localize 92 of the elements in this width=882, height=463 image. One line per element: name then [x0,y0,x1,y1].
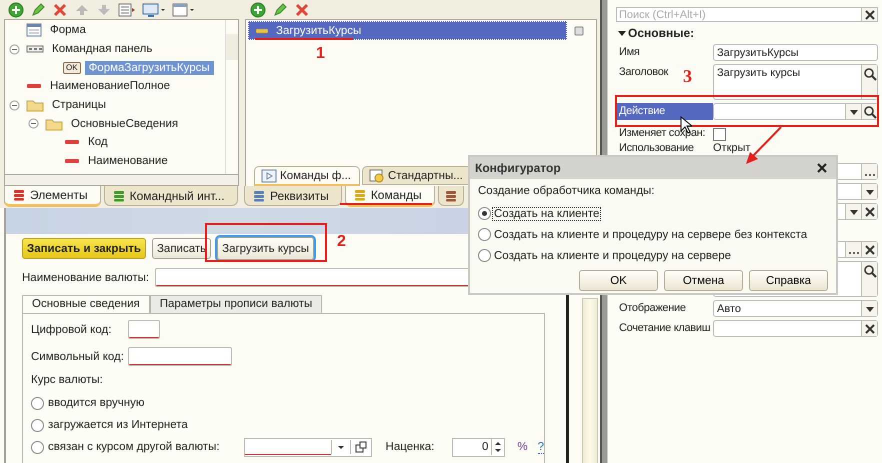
property-value: Открыт [713,142,752,154]
tab[interactable]: Элементы [4,186,101,207]
tab[interactable] [438,186,464,206]
search-field[interactable]: Поиск (Ctrl+Alt+I) [616,7,862,22]
option-label: вводится вручную [48,397,145,409]
option-label: Создать на клиенте [493,208,600,220]
option-label: связан с курсом другой валюты: [48,441,220,453]
tab[interactable]: Командный инт... [104,186,238,206]
tree-item[interactable]: Форма [46,23,90,38]
delete-icon[interactable] [294,2,310,18]
property-label[interactable]: Сочетание клавиш [616,320,710,337]
tree-item[interactable]: ОсновныеСведения [67,116,182,131]
form-icon [26,23,42,38]
dialog-button[interactable]: OK [579,270,658,291]
number-field[interactable]: 0 [452,438,506,456]
dialog-button[interactable]: Справка [749,270,828,291]
field-label: Символьный код: [31,350,125,362]
form-button[interactable]: Загрузить курсы [217,237,314,260]
help-link[interactable]: ? [538,440,544,454]
dialog-title: Конфигуратор [475,161,561,175]
close-icon[interactable] [816,162,828,174]
radio-button[interactable] [31,418,44,432]
step-number: 1 [316,45,325,63]
search-icon[interactable] [862,104,876,118]
property-field[interactable] [713,320,878,337]
radio-button[interactable] [478,228,491,241]
option-label: Создать на клиенте и процедуру на сервере [493,250,732,262]
scrollbar[interactable] [4,175,239,186]
document-icon [368,168,385,182]
search-icon[interactable] [862,264,876,278]
tab[interactable]: Команды ф... [254,166,360,186]
property-label[interactable]: Заголовок [616,64,668,81]
section-label: Курс валюты: [31,374,104,386]
command-item[interactable]: ЗагрузитьКурсы [248,21,567,40]
property-label[interactable]: Отображение [616,300,686,317]
delete-icon[interactable] [52,2,68,18]
play-icon [261,168,277,182]
search-icon[interactable] [862,67,876,81]
property-label[interactable]: Изменяет сохран: [616,127,706,139]
radio-button[interactable] [478,249,491,262]
option-label: Создать на клиенте и процедуру на сервере без контекста [493,228,808,240]
clear-icon[interactable] [862,204,876,218]
property-label[interactable]: Действие [616,103,713,120]
dialog-button[interactable]: Отмена [664,270,743,291]
clear-icon[interactable] [862,322,876,336]
folder-icon [26,98,44,112]
property-field[interactable]: Авто [713,300,878,317]
step-number: 2 [337,233,346,251]
form-button[interactable]: Записать и закрыть [22,238,146,259]
property-label[interactable]: Использование [616,142,694,154]
scrollbar[interactable] [582,298,598,463]
percent-sign: % [517,441,528,453]
collapse-icon[interactable] [618,29,626,37]
add-icon[interactable] [8,2,24,18]
window-icon[interactable] [172,2,196,18]
tree-item[interactable]: Наименование [84,154,172,168]
monitor-icon[interactable] [142,2,166,18]
command-icon [256,26,268,34]
property-field[interactable]: ЗагрузитьКурсы [713,44,878,61]
add-icon[interactable] [250,2,266,18]
square-icon [574,26,584,36]
property-field[interactable]: Загрузить курсы [713,64,878,100]
tree-item[interactable]: Страницы [48,98,110,112]
option-label: загружается из Интернета [48,419,188,431]
field-label: Цифровой код: [31,324,112,336]
field-label: Наценка: [386,441,434,453]
tab[interactable]: Реквизиты [244,186,342,206]
currency-dropdown[interactable] [244,438,372,456]
radio-button[interactable] [31,440,44,454]
input-field[interactable] [128,347,232,366]
tree-item[interactable]: Командная панель [48,42,156,56]
step-number: 3 [683,66,692,87]
tree-item[interactable]: НаименованиеПолное [46,79,174,94]
clear-icon[interactable] [862,242,876,256]
clear-icon[interactable] [862,8,876,22]
radio-button[interactable] [31,396,44,410]
tab[interactable]: Основные сведения [22,295,150,313]
property-label[interactable]: Имя [616,44,640,61]
form-button[interactable]: Записать [152,238,212,259]
list-icon[interactable] [118,2,136,18]
tab[interactable]: Параметры прописи валюты [150,295,322,313]
input-field[interactable] [128,320,160,339]
button-icon: OK [63,62,81,74]
checkbox[interactable] [713,128,726,141]
folder-icon [45,116,63,131]
field-label: Наименование валюты: [22,272,150,284]
dialog-prompt: Создание обработчика команды: [478,185,656,197]
property-field[interactable] [713,103,878,120]
tree-item[interactable]: Код [84,135,112,150]
section-title: Основные: [628,26,694,40]
radio-button[interactable] [478,207,491,220]
tab[interactable]: Команды [344,186,435,207]
